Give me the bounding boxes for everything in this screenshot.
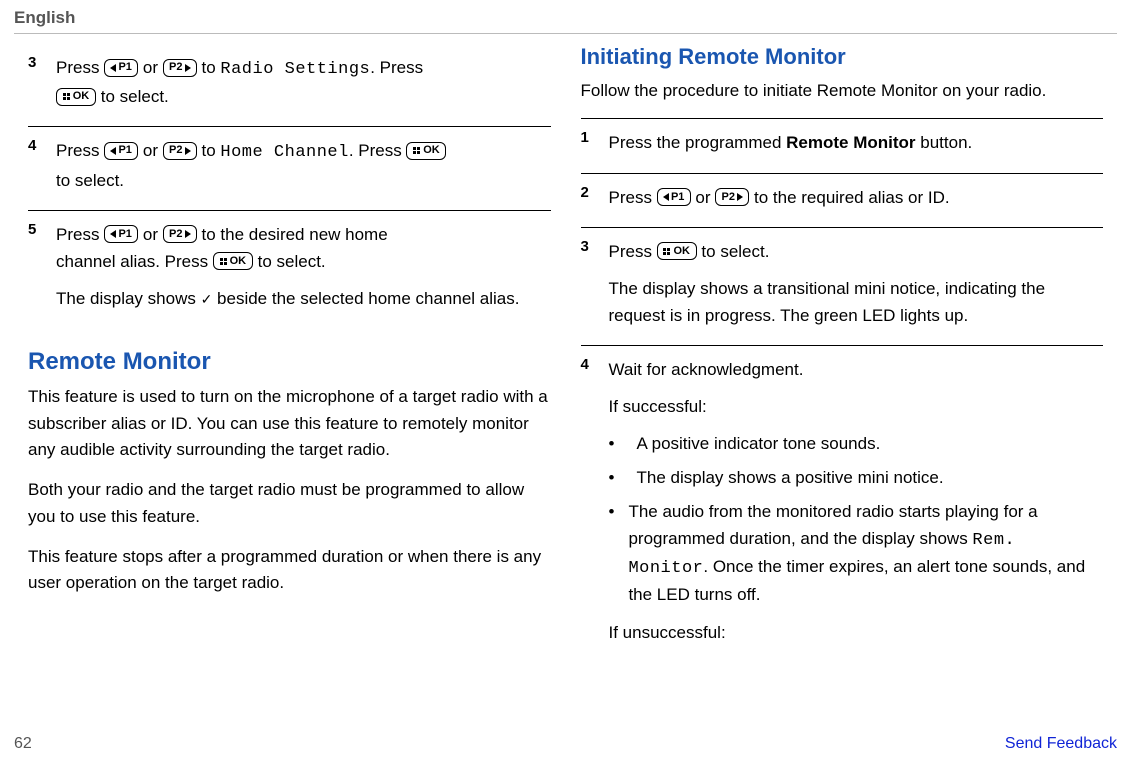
step-number: 5 [28, 221, 56, 313]
step-number: 4 [28, 137, 56, 193]
page-content: 3 Press P1 or P2 to Radio Settings. Pres… [0, 34, 1131, 662]
page-language-header: English [0, 0, 1131, 30]
step-body: Press the programmed Remote Monitor butt… [609, 129, 1104, 156]
step-body: Press P1 or P2 to the required alias or … [609, 184, 1104, 211]
bullet-icon: • [609, 499, 615, 608]
list-item: • The display shows a positive mini noti… [609, 465, 1104, 491]
text: to select. [101, 87, 169, 106]
ok-key-icon: OK [56, 88, 96, 106]
p1-key-icon: P1 [104, 59, 138, 77]
step-4: 4 Press P1 or P2 to Home Channel. Press … [28, 126, 551, 209]
section-heading-remote-monitor: Remote Monitor [28, 348, 551, 376]
text: or [695, 188, 715, 207]
step-body: Press P1 or P2 to the desired new home c… [56, 221, 551, 313]
bullet-list: • A positive indicator tone sounds. • Th… [609, 431, 1104, 609]
p1-key-icon: P1 [104, 142, 138, 160]
text: Wait for acknowledgment. [609, 356, 1104, 383]
step-body: Press P1 or P2 to Radio Settings. Press … [56, 54, 551, 110]
text: or [143, 225, 163, 244]
lcd-text: Radio Settings [220, 60, 370, 79]
step-3: 3 Press P1 or P2 to Radio Settings. Pres… [28, 44, 551, 126]
step-4-right: 4 Wait for acknowledgment. If successful… [581, 345, 1104, 662]
text: The display shows [56, 289, 201, 308]
step-body: Wait for acknowledgment. If successful: … [609, 356, 1104, 646]
paragraph: This feature is used to turn on the micr… [28, 384, 551, 463]
text: The display shows a transitional mini no… [609, 275, 1104, 329]
step-3-right: 3 Press OK to select. The display shows … [581, 227, 1104, 346]
text: . Press [370, 58, 423, 77]
text: Press the programmed [609, 133, 787, 152]
p2-key-icon: P2 [163, 142, 197, 160]
page-number: 62 [14, 735, 32, 753]
step-number: 1 [581, 129, 609, 156]
step-number: 4 [581, 356, 609, 646]
page-footer: 62 Send Feedback [14, 735, 1117, 753]
step-5: 5 Press P1 or P2 to the desired new home… [28, 210, 551, 329]
left-column: 3 Press P1 or P2 to Radio Settings. Pres… [28, 44, 551, 662]
text: channel alias. Press [56, 252, 213, 271]
bullet-icon: • [609, 465, 623, 491]
text: to [202, 58, 221, 77]
paragraph: Follow the procedure to initiate Remote … [581, 78, 1104, 104]
text: or [143, 141, 163, 160]
text: Press [56, 58, 104, 77]
text: to the required alias or ID. [754, 188, 950, 207]
text: If successful: [609, 393, 1104, 420]
text: to select. [701, 242, 769, 261]
p2-key-icon: P2 [163, 59, 197, 77]
lcd-text: Home Channel [220, 143, 348, 162]
text: Press [609, 188, 657, 207]
step-number: 2 [581, 184, 609, 211]
checkmark-icon: ✓ [201, 288, 213, 310]
list-item: • The audio from the monitored radio sta… [609, 499, 1104, 608]
step-1: 1 Press the programmed Remote Monitor bu… [581, 118, 1104, 172]
ok-key-icon: OK [657, 242, 697, 260]
step-number: 3 [581, 238, 609, 330]
p2-key-icon: P2 [163, 225, 197, 243]
ok-key-icon: OK [406, 142, 446, 160]
send-feedback-link[interactable]: Send Feedback [1005, 735, 1117, 753]
list-item: • A positive indicator tone sounds. [609, 431, 1104, 457]
step-2: 2 Press P1 or P2 to the required alias o… [581, 173, 1104, 227]
text: Press [609, 242, 657, 261]
ok-key-icon: OK [213, 252, 253, 270]
paragraph: Both your radio and the target radio mus… [28, 477, 551, 530]
bullet-icon: • [609, 431, 623, 457]
step-body: Press OK to select. The display shows a … [609, 238, 1104, 330]
text: button. [916, 133, 973, 152]
text: to select. [56, 171, 124, 190]
text: to select. [258, 252, 326, 271]
text: If unsuccessful: [609, 619, 1104, 646]
paragraph: This feature stops after a programmed du… [28, 544, 551, 597]
text: to the desired new home [202, 225, 388, 244]
text: . Press [349, 141, 407, 160]
bold-text: Remote Monitor [786, 133, 915, 152]
p1-key-icon: P1 [657, 188, 691, 206]
step-number: 3 [28, 54, 56, 110]
text: or [143, 58, 163, 77]
text: Press [56, 225, 104, 244]
text: beside the selected home channel alias. [212, 289, 519, 308]
text: The display shows a positive mini notice… [637, 465, 944, 491]
step-body: Press P1 or P2 to Home Channel. Press OK… [56, 137, 551, 193]
right-column: Initiating Remote Monitor Follow the pro… [581, 44, 1104, 662]
text: A positive indicator tone sounds. [637, 431, 881, 457]
p2-key-icon: P2 [715, 188, 749, 206]
p1-key-icon: P1 [104, 225, 138, 243]
section-heading-initiating: Initiating Remote Monitor [581, 44, 1104, 70]
text: Press [56, 141, 104, 160]
text: to [202, 141, 221, 160]
